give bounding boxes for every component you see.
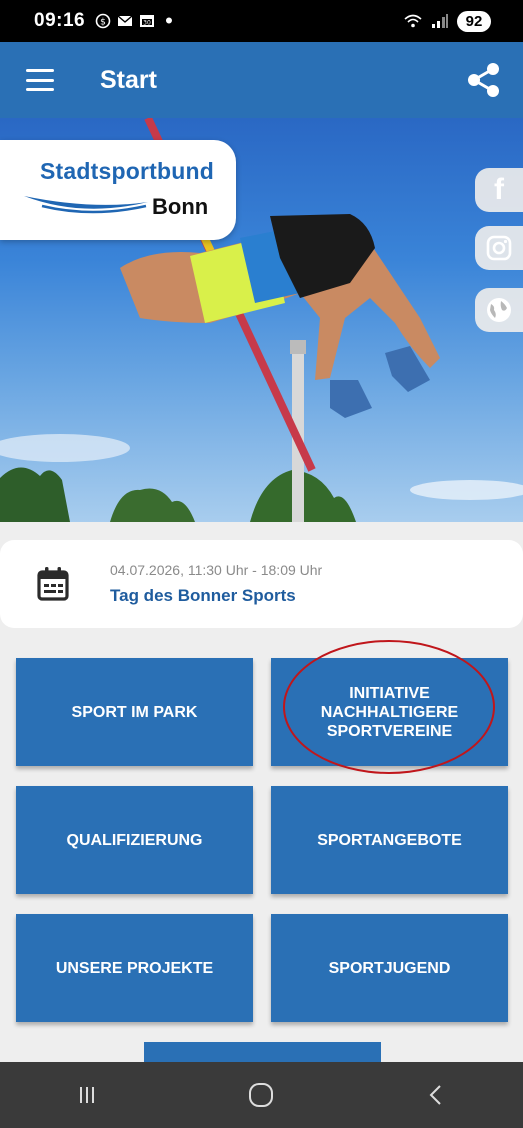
tile-sport-im-park[interactable]: SPORT IM PARK [16, 658, 253, 766]
mail-icon [117, 15, 133, 26]
tile-label: QUALIFIZIERUNG [66, 831, 203, 849]
tile-label: SPORTJUGEND [328, 959, 451, 977]
recent-apps-icon [80, 1087, 95, 1103]
tile-partial[interactable] [144, 1042, 381, 1062]
website-button[interactable] [475, 288, 523, 332]
instagram-icon [486, 235, 512, 261]
event-title: Tag des Bonner Sports [110, 586, 296, 605]
home-button[interactable] [231, 1075, 291, 1115]
battery-indicator: 92 [457, 10, 491, 32]
tile-sportjugend[interactable]: SPORTJUGEND [271, 914, 508, 1022]
tile-label: SPORT IM PARK [71, 703, 198, 721]
facebook-icon: f [494, 173, 504, 206]
app-bar: Start [0, 42, 523, 118]
calendar-icon: 30 [140, 15, 155, 27]
tile-unsere-projekte[interactable]: UNSERE PROJEKTE [16, 914, 253, 1022]
event-date: 04.07.2026, 11:30 Uhr - 18:09 Uhr [110, 562, 323, 578]
tile-label: SPORTANGEBOTE [317, 831, 462, 849]
svg-text:$: $ [100, 18, 106, 28]
hero-banner: Stadtsportbund Bonn f [0, 118, 523, 522]
notification-dot: • [165, 8, 173, 33]
logo-text-line1: Stadtsportbund [40, 158, 214, 184]
share-icon[interactable] [467, 62, 501, 98]
back-icon [429, 1085, 441, 1105]
back-button[interactable] [406, 1075, 466, 1115]
svg-text:30: 30 [143, 20, 151, 27]
status-time: 09:16 [34, 10, 86, 31]
logo-swoosh-icon [24, 196, 148, 214]
tile-label: INITIATIVE NACHHALTIGERE SPORTVEREINE [320, 684, 459, 740]
signal-icon [432, 14, 448, 28]
globe-icon [487, 298, 511, 322]
data-saver-icon: $ [95, 13, 111, 29]
tile-initiative-nachhaltigere-sportvereine[interactable]: INITIATIVE NACHHALTIGERE SPORTVEREINE [271, 658, 508, 766]
system-nav-bar [0, 1062, 523, 1128]
home-icon [249, 1083, 274, 1107]
status-right: 92 [403, 10, 491, 32]
menu-icon[interactable] [26, 69, 54, 91]
recent-apps-button[interactable] [57, 1075, 117, 1115]
tile-label: UNSERE PROJEKTE [55, 959, 214, 977]
tile-sportangebote[interactable]: SPORTANGEBOTE [271, 786, 508, 894]
tile-qualifizierung[interactable]: QUALIFIZIERUNG [16, 786, 253, 894]
facebook-button[interactable]: f [475, 168, 523, 212]
status-bar: 09:16 $ 30 • 92 [0, 0, 523, 42]
status-icons: $ 30 • [95, 8, 173, 33]
event-text: 04.07.2026, 11:30 Uhr - 18:09 Uhr Tag de… [110, 562, 322, 606]
page-title: Start [100, 65, 157, 94]
wifi-icon [404, 14, 422, 28]
calendar-icon [37, 567, 69, 601]
event-card[interactable]: 04.07.2026, 11:30 Uhr - 18:09 Uhr Tag de… [0, 540, 523, 628]
stadtsportbund-logo: Stadtsportbund Bonn [0, 140, 236, 240]
logo-text-line2: Bonn [152, 194, 209, 219]
instagram-button[interactable] [475, 226, 523, 270]
